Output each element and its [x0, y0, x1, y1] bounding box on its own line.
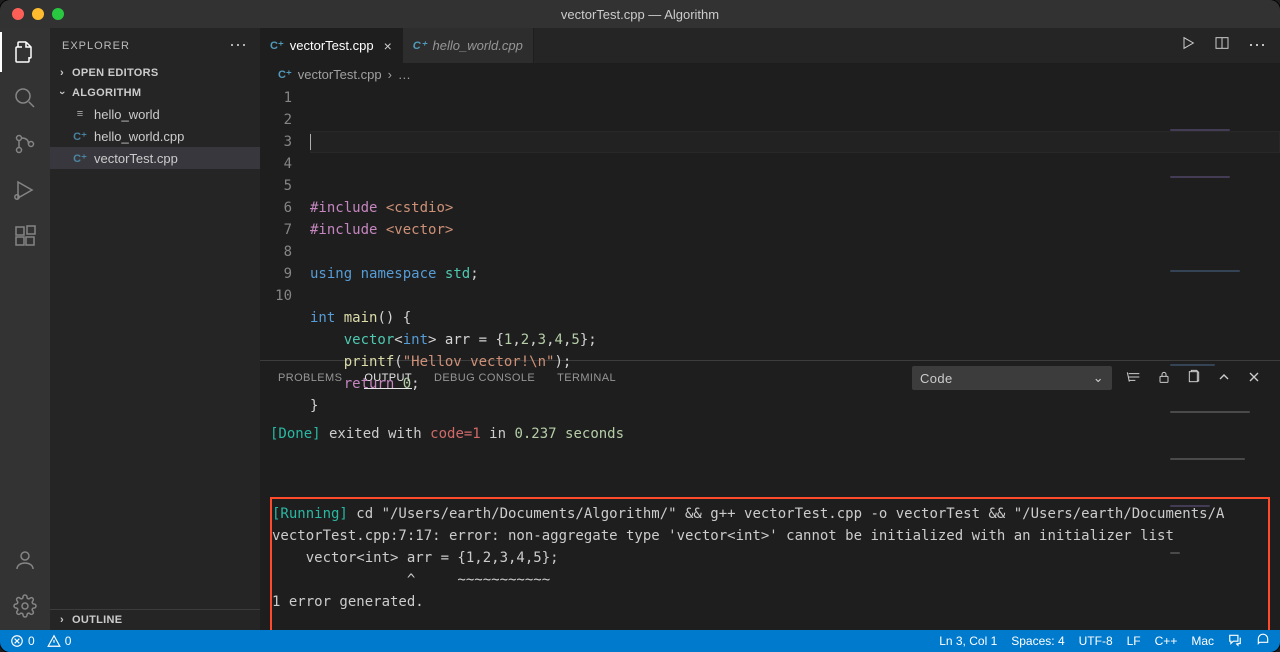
output-body[interactable]: [Done] exited with code=1 in 0.237 secon… — [260, 395, 1280, 630]
file-icon: C⁺ — [72, 152, 88, 165]
status-warnings[interactable]: 0 — [47, 634, 72, 648]
cpp-file-icon: C⁺ — [270, 39, 284, 52]
status-os[interactable]: Mac — [1191, 634, 1214, 648]
extensions-icon[interactable] — [11, 222, 39, 250]
breadcrumb[interactable]: C⁺ vectorTest.cpp › … — [260, 63, 1280, 85]
file-tree-item[interactable]: C⁺hello_world.cpp — [50, 125, 260, 147]
notifications-icon[interactable] — [1256, 633, 1270, 650]
cpp-file-icon: C⁺ — [413, 39, 427, 52]
file-icon: C⁺ — [72, 130, 88, 143]
status-spaces[interactable]: Spaces: 4 — [1011, 634, 1064, 648]
file-icon: ≡ — [72, 108, 88, 120]
titlebar: vectorTest.cpp — Algorithm — [0, 0, 1280, 28]
code-editor[interactable]: 12345678910 — [260, 85, 1280, 360]
status-language[interactable]: C++ — [1155, 634, 1178, 648]
status-encoding[interactable]: UTF-8 — [1079, 634, 1113, 648]
feedback-icon[interactable] — [1228, 633, 1242, 650]
run-debug-icon[interactable] — [11, 176, 39, 204]
close-window-button[interactable] — [12, 8, 24, 20]
minimap[interactable] — [1170, 85, 1280, 360]
status-errors[interactable]: 0 — [10, 634, 35, 648]
editor-tab[interactable]: C⁺hello_world.cpp — [403, 28, 534, 63]
outline-section[interactable]: › OUTLINE — [50, 609, 260, 630]
project-section[interactable]: › ALGORITHM — [50, 83, 260, 103]
search-icon[interactable] — [11, 84, 39, 112]
editor-tabs: C⁺vectorTest.cpp×C⁺hello_world.cpp ⋯ — [260, 28, 1280, 63]
explorer-sidebar: EXPLORER ⋯ › OPEN EDITORS › ALGORITHM ≡h… — [50, 28, 260, 630]
cpp-file-icon: C⁺ — [278, 68, 292, 81]
maximize-window-button[interactable] — [52, 8, 64, 20]
window-title: vectorTest.cpp — Algorithm — [0, 7, 1280, 22]
highlighted-output: [Running] cd "/Users/earth/Documents/Alg… — [270, 497, 1270, 630]
file-tree-item[interactable]: C⁺vectorTest.cpp — [50, 147, 260, 169]
editor-more-icon[interactable]: ⋯ — [1248, 35, 1266, 56]
sidebar-title: EXPLORER — [62, 40, 130, 52]
close-tab-icon[interactable]: × — [384, 38, 392, 54]
status-bar: 0 0 Ln 3, Col 1 Spaces: 4 UTF-8 LF C++ M… — [0, 630, 1280, 652]
minimize-window-button[interactable] — [32, 8, 44, 20]
activity-bar — [0, 28, 50, 630]
settings-gear-icon[interactable] — [11, 592, 39, 620]
explorer-icon[interactable] — [11, 38, 39, 66]
open-editors-section[interactable]: › OPEN EDITORS — [50, 63, 260, 83]
chevron-right-icon: › — [388, 67, 392, 82]
split-editor-icon[interactable] — [1214, 35, 1230, 56]
sidebar-more-icon[interactable]: ⋯ — [229, 35, 248, 56]
chevron-down-icon: › — [56, 87, 68, 99]
account-icon[interactable] — [11, 546, 39, 574]
editor-tab[interactable]: C⁺vectorTest.cpp× — [260, 28, 403, 63]
chevron-right-icon: › — [56, 614, 68, 626]
output-tag: [Done] — [270, 426, 321, 442]
bottom-panel: PROBLEMSOUTPUTDEBUG CONSOLETERMINAL Code… — [260, 360, 1280, 630]
run-code-icon[interactable] — [1180, 35, 1196, 56]
chevron-right-icon: › — [56, 67, 68, 79]
source-control-icon[interactable] — [11, 130, 39, 158]
status-eol[interactable]: LF — [1127, 634, 1141, 648]
status-position[interactable]: Ln 3, Col 1 — [939, 634, 997, 648]
file-tree-item[interactable]: ≡hello_world — [50, 103, 260, 125]
